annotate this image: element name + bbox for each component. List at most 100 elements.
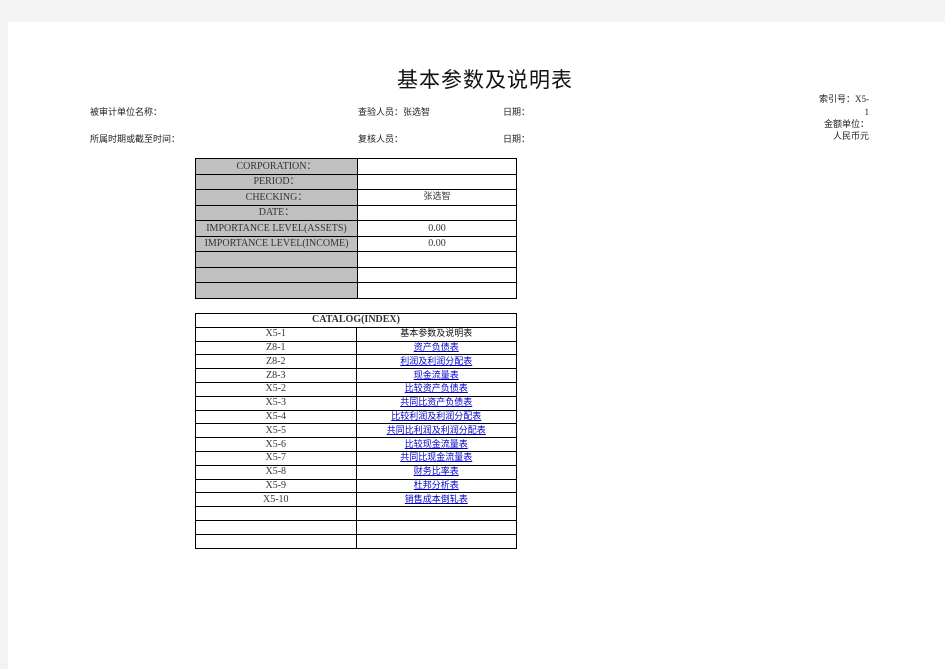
checker-label: 查验人员： [358, 108, 404, 118]
params-row: DATE： [195, 204, 517, 221]
param-label [195, 251, 358, 268]
catalog-name-cell [355, 506, 517, 521]
catalog-link[interactable]: 利润及利润分配表 [400, 357, 472, 367]
reviewer-label: 复核人员： [358, 135, 404, 145]
catalog-name-cell: 销售成本倒轧表 [355, 492, 517, 508]
catalog-row: X5-3 共同比资产负债表 [195, 395, 517, 411]
param-value[interactable] [357, 204, 517, 221]
catalog-link[interactable]: 比较现金流量表 [405, 440, 468, 450]
catalog-table: CATALOG(INDEX) X5-1 基本参数及说明表 Z8-1 资产负债表 Z8-2… [195, 313, 517, 549]
catalog-name-cell: 资产负债表 [355, 340, 517, 356]
period-label: 所属时期或截至时间： [90, 135, 181, 145]
params-row: CHECKING： 张选智 [195, 189, 517, 206]
catalog-row: X5-2 比较资产负债表 [195, 381, 517, 397]
params-row: CORPORATION： [195, 158, 517, 175]
catalog-code: X5-3 [195, 395, 357, 411]
currency-unit-label: 金额单位： [823, 120, 869, 130]
param-label [195, 282, 358, 299]
catalog-link[interactable]: 资产负债表 [414, 343, 459, 353]
catalog-name-cell: 基本参数及说明表 [355, 326, 517, 342]
currency-unit-value: 人民币元 [832, 132, 869, 142]
page-title: 基本参数及说明表 [397, 68, 573, 92]
catalog-name-cell: 现金流量表 [355, 368, 517, 383]
params-row: PERIOD： [195, 173, 517, 190]
catalog-row: X5-8 财务比率表 [195, 464, 517, 480]
catalog-row [195, 506, 517, 521]
catalog-name-cell: 比较利润及利润分配表 [355, 409, 517, 425]
catalog-row: Z8-3 现金流量表 [195, 368, 517, 383]
catalog-name-cell [355, 533, 517, 549]
catalog-code: X5-4 [195, 409, 357, 425]
catalog-code [195, 533, 357, 549]
param-value[interactable] [357, 158, 517, 175]
catalog-row: X5-9 杜邦分析表 [195, 478, 517, 494]
params-row [195, 266, 517, 283]
catalog-row: X5-6 比较现金流量表 [195, 437, 517, 452]
catalog-name-cell: 共同比资产负债表 [355, 395, 517, 411]
date-label-2: 日期： [503, 135, 531, 145]
index-value: X5- [855, 94, 869, 104]
catalog-link[interactable]: 比较资产负债表 [405, 384, 468, 394]
currency-unit: 金额单位： 人民币元 [824, 119, 869, 143]
param-label [195, 266, 358, 283]
catalog-link[interactable]: 财务比率表 [414, 467, 459, 477]
date-label-1: 日期： [503, 108, 531, 118]
index-value-cont: 1 [864, 107, 870, 117]
audited-unit-label: 被审计单位名称： [90, 108, 163, 118]
catalog-name-cell: 杜邦分析表 [355, 478, 517, 494]
catalog-code: X5-1 [195, 326, 357, 342]
catalog-code [195, 519, 357, 535]
catalog-link[interactable]: 现金流量表 [414, 371, 459, 381]
catalog-name-cell: 比较资产负债表 [355, 381, 517, 397]
param-label: IMPORTANCE LEVEL(ASSETS) [195, 220, 358, 237]
catalog-code: Z8-2 [195, 354, 357, 370]
param-value[interactable] [357, 266, 517, 283]
params-row: IMPORTANCE LEVEL(INCOME) 0.00 [195, 235, 517, 252]
catalog-code: X5-9 [195, 478, 357, 494]
catalog-code: X5-8 [195, 464, 357, 480]
catalog-code: X5-5 [195, 423, 357, 439]
catalog-row: Z8-2 利润及利润分配表 [195, 354, 517, 370]
params-row: IMPORTANCE LEVEL(ASSETS) 0.00 [195, 220, 517, 237]
index-label: 索引号： [818, 95, 855, 105]
catalog-name-cell: 利润及利润分配表 [355, 354, 517, 370]
catalog-link[interactable]: 共同比现金流量表 [400, 453, 472, 463]
catalog-code: X5-6 [195, 437, 357, 452]
catalog-code: Z8-3 [195, 368, 357, 383]
catalog-header-row: CATALOG(INDEX) [195, 313, 517, 328]
param-value[interactable]: 0.00 [357, 235, 517, 252]
catalog-code: X5-2 [195, 381, 357, 397]
param-label: CORPORATION： [195, 158, 358, 175]
catalog-row: X5-5 共同比利润及利润分配表 [195, 423, 517, 439]
param-value[interactable] [357, 251, 517, 268]
catalog-code: Z8-1 [195, 340, 357, 356]
param-value[interactable] [357, 282, 517, 299]
catalog-row: X5-10 销售成本倒轧表 [195, 492, 517, 508]
catalog-link[interactable]: 销售成本倒轧表 [405, 495, 468, 505]
param-value[interactable]: 张选智 [357, 189, 517, 206]
catalog-row: X5-4 比较利润及利润分配表 [195, 409, 517, 425]
param-value[interactable] [357, 173, 517, 190]
catalog-link[interactable]: 杜邦分析表 [414, 481, 459, 491]
catalog-row: X5-7 共同比现金流量表 [195, 450, 517, 466]
catalog-header: CATALOG(INDEX) [195, 313, 517, 328]
catalog-name-cell: 共同比现金流量表 [355, 450, 517, 466]
param-label: IMPORTANCE LEVEL(INCOME) [195, 235, 358, 252]
catalog-code [195, 506, 357, 521]
catalog-link[interactable]: 共同比资产负债表 [400, 398, 472, 408]
catalog-link[interactable]: 比较利润及利润分配表 [391, 412, 481, 422]
checker-value: 张选智 [403, 108, 431, 118]
catalog-row [195, 519, 517, 535]
document-page: 基本参数及说明表 被审计单位名称： 所属时期或截至时间： 查验人员：张选智 复核… [8, 22, 945, 669]
catalog-name-cell: 共同比利润及利润分配表 [355, 423, 517, 439]
params-row [195, 282, 517, 299]
param-value[interactable]: 0.00 [357, 220, 517, 237]
catalog-code: X5-7 [195, 450, 357, 466]
param-label: DATE： [195, 204, 358, 221]
param-label: PERIOD： [195, 173, 358, 190]
catalog-row [195, 533, 517, 549]
catalog-name: 基本参数及说明表 [400, 329, 473, 340]
index-number: 索引号：X5- 1 [819, 93, 869, 118]
checker-field: 查验人员：张选智 [358, 105, 430, 118]
catalog-link[interactable]: 共同比利润及利润分配表 [387, 426, 486, 436]
